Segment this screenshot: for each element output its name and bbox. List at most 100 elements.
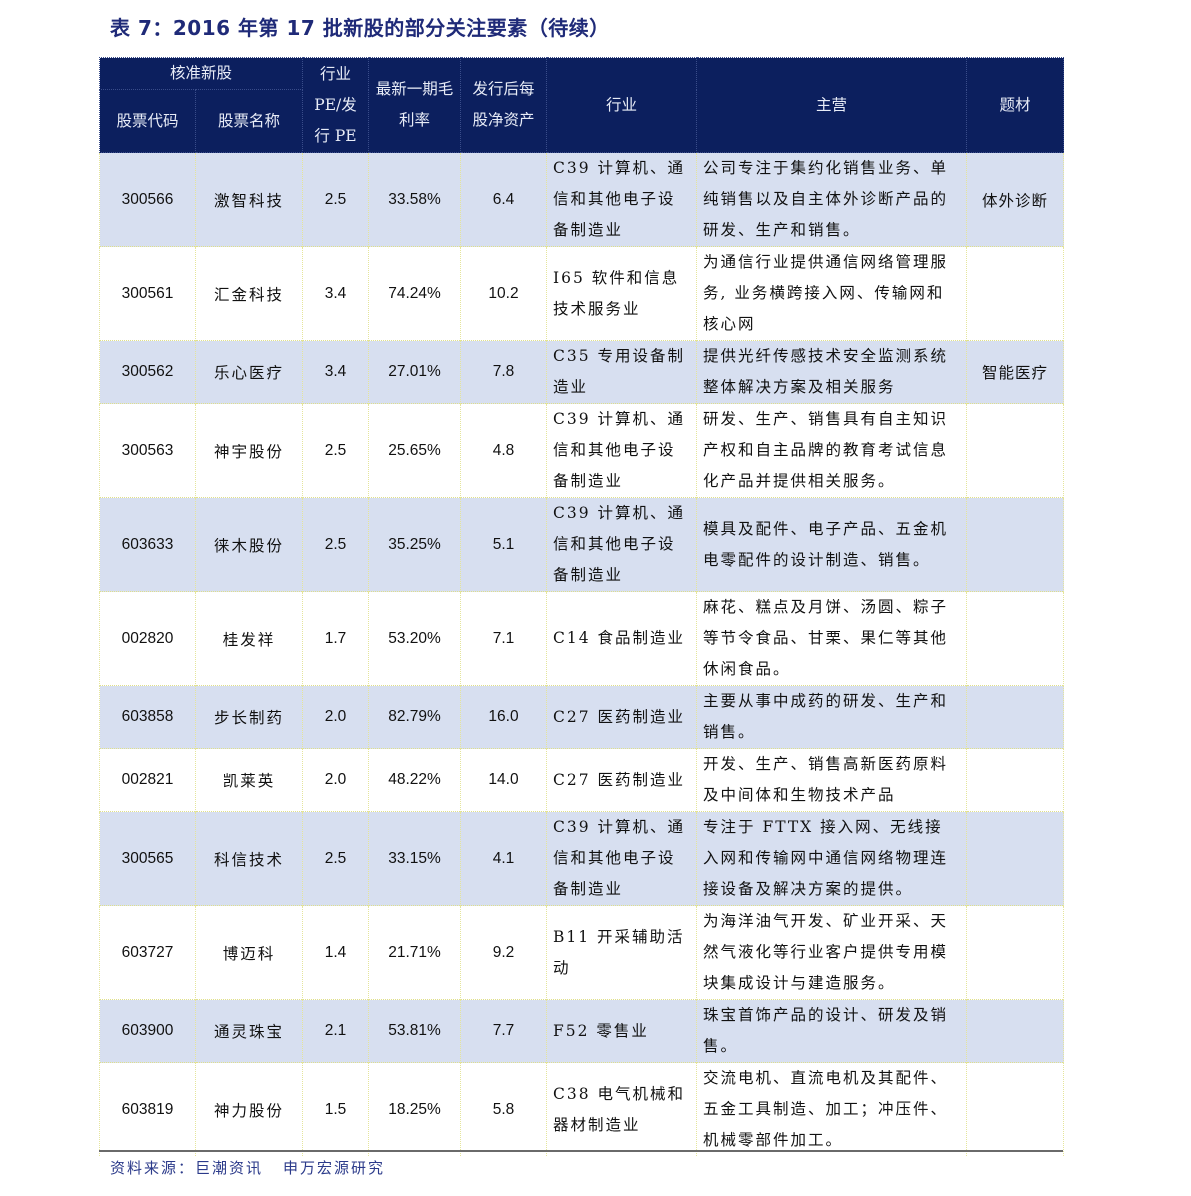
pe-cell: 2.5 (302, 403, 370, 498)
header-industry: 行业 (546, 57, 698, 153)
industry-cell: C35 专用设备制造业 (546, 340, 698, 404)
business-cell: 珠宝首饰产品的设计、研发及销售。 (696, 999, 968, 1063)
gross-margin-cell: 27.01% (368, 340, 462, 404)
theme-cell (966, 246, 1065, 341)
gross-margin-cell: 82.79% (368, 685, 462, 749)
source-note: 资料来源：巨潮资讯 申万宏源研究 (110, 1157, 385, 1178)
nav-per-share-cell: 5.8 (460, 1062, 548, 1156)
nav-per-share-cell: 7.7 (460, 999, 548, 1063)
gross-margin-cell: 53.81% (368, 999, 462, 1063)
stock-name-cell: 神力股份 (194, 1062, 304, 1156)
pe-cell: 1.5 (302, 1062, 370, 1156)
industry-cell: C27 医药制造业 (546, 685, 698, 749)
header-nav-per-share: 发行后每股净资产 (460, 57, 548, 153)
header-stock-name: 股票名称 (194, 89, 304, 153)
stock-code-cell: 300561 (99, 246, 196, 341)
header-theme: 题材 (966, 57, 1065, 153)
stock-code-cell: 603858 (99, 685, 196, 749)
industry-cell: C39 计算机、通信和其他电子设备制造业 (546, 497, 698, 592)
stock-code-cell: 300565 (99, 811, 196, 906)
industry-cell: F52 零售业 (546, 999, 698, 1063)
industry-cell: C38 电气机械和器材制造业 (546, 1062, 698, 1156)
table-row: 300565 科信技术 2.5 33.15% 4.1 C39 计算机、通信和其他电子设备制… (99, 811, 1065, 906)
header-stock-code: 股票代码 (99, 89, 196, 153)
pe-cell: 3.4 (302, 340, 370, 404)
business-cell: 提供光纤传感技术安全监测系统整体解决方案及相关服务 (696, 340, 968, 404)
pe-cell: 2.5 (302, 811, 370, 906)
stock-code-cell: 300566 (99, 152, 196, 247)
business-cell: 开发、生产、销售高新医药原料及中间体和生物技术产品 (696, 748, 968, 812)
header-business: 主营 (696, 57, 968, 153)
gross-margin-cell: 21.71% (368, 905, 462, 1000)
pe-cell: 3.4 (302, 246, 370, 341)
stock-code-cell: 300563 (99, 403, 196, 498)
stock-code-cell: 300562 (99, 340, 196, 404)
business-cell: 专注于 FTTX 接入网、无线接入网和传输网中通信网络物理连接设备及解决方案的提… (696, 811, 968, 906)
nav-per-share-cell: 7.8 (460, 340, 548, 404)
theme-cell: 智能医疗 (966, 340, 1065, 404)
nav-per-share-cell: 7.1 (460, 591, 548, 686)
gross-margin-cell: 25.65% (368, 403, 462, 498)
stock-name-cell: 步长制药 (194, 685, 304, 749)
theme-cell (966, 403, 1065, 498)
theme-cell (966, 905, 1065, 1000)
header-approved-new-stocks: 核准新股 (98, 57, 304, 90)
industry-cell: I65 软件和信息技术服务业 (546, 246, 698, 341)
nav-per-share-cell: 4.8 (460, 403, 548, 498)
business-cell: 为通信行业提供通信网络管理服务, 业务横跨接入网、传输网和核心网 (696, 246, 968, 341)
theme-cell (966, 497, 1065, 592)
gross-margin-cell: 53.20% (368, 591, 462, 686)
stock-code-cell: 603819 (99, 1062, 196, 1156)
gross-margin-cell: 48.22% (368, 748, 462, 812)
stock-name-cell: 通灵珠宝 (194, 999, 304, 1063)
pe-cell: 1.7 (302, 591, 370, 686)
stock-code-cell: 603900 (99, 999, 196, 1063)
nav-per-share-cell: 16.0 (460, 685, 548, 749)
pe-cell: 1.4 (302, 905, 370, 1000)
business-cell: 模具及配件、电子产品、五金机电零配件的设计制造、销售。 (696, 497, 968, 592)
nav-per-share-cell: 14.0 (460, 748, 548, 812)
gross-margin-cell: 33.58% (368, 152, 462, 247)
stock-name-cell: 科信技术 (194, 811, 304, 906)
industry-cell: C39 计算机、通信和其他电子设备制造业 (546, 811, 698, 906)
table-bottom-rule (99, 1150, 1063, 1152)
table-row: 300561 汇金科技 3.4 74.24% 10.2 I65 软件和信息技术服务业 为通信… (99, 246, 1065, 341)
table-row: 002820 桂发祥 1.7 53.20% 7.1 C14 食品制造业 麻花、糕点及月饼、汤… (99, 591, 1065, 686)
stock-name-cell: 神宇股份 (194, 403, 304, 498)
pe-cell: 2.0 (302, 748, 370, 812)
theme-cell (966, 999, 1065, 1063)
stock-code-cell: 002821 (99, 748, 196, 812)
stock-code-cell: 002820 (99, 591, 196, 686)
business-cell: 交流电机、直流电机及其配件、五金工具制造、加工；冲压件、机械零部件加工。 (696, 1062, 968, 1156)
business-cell: 研发、生产、销售具有自主知识产权和自主品牌的教育考试信息化产品并提供相关服务。 (696, 403, 968, 498)
stock-code-cell: 603633 (99, 497, 196, 592)
stock-code-cell: 603727 (99, 905, 196, 1000)
stock-name-cell: 乐心医疗 (194, 340, 304, 404)
theme-cell (966, 811, 1065, 906)
nav-per-share-cell: 9.2 (460, 905, 548, 1000)
stock-name-cell: 桂发祥 (194, 591, 304, 686)
industry-cell: C27 医药制造业 (546, 748, 698, 812)
header-pe: 行业 PE/发行 PE (302, 57, 370, 153)
business-cell: 公司专注于集约化销售业务、单纯销售以及自主体外诊断产品的研发、生产和销售。 (696, 152, 968, 247)
table-title: 表 7：2016 年第 17 批新股的部分关注要素（待续） (110, 16, 610, 40)
table-row: 300562 乐心医疗 3.4 27.01% 7.8 C35 专用设备制造业 提供光纤传感技… (99, 340, 1065, 404)
pe-cell: 2.5 (302, 152, 370, 247)
stock-name-cell: 激智科技 (194, 152, 304, 247)
nav-per-share-cell: 10.2 (460, 246, 548, 341)
table-row: 603858 步长制药 2.0 82.79% 16.0 C27 医药制造业 主要从事中成药的… (99, 685, 1065, 749)
business-cell: 主要从事中成药的研发、生产和销售。 (696, 685, 968, 749)
table-row: 300563 神宇股份 2.5 25.65% 4.8 C39 计算机、通信和其他电子设备制… (99, 403, 1065, 498)
industry-cell: B11 开采辅助活动 (546, 905, 698, 1000)
new-stocks-table: 核准新股 行业 PE/发行 PE 最新一期毛利率 发行后每股净资产 行业 主营 … (98, 57, 1065, 1156)
industry-cell: C14 食品制造业 (546, 591, 698, 686)
table-row: 603727 博迈科 1.4 21.71% 9.2 B11 开采辅助活动 为海洋油气开发、矿… (99, 905, 1065, 1000)
theme-cell (966, 685, 1065, 749)
pe-cell: 2.1 (302, 999, 370, 1063)
business-cell: 麻花、糕点及月饼、汤圆、粽子等节令食品、甘栗、果仁等其他休闲食品。 (696, 591, 968, 686)
table-row: 300566 激智科技 2.5 33.58% 6.4 C39 计算机、通信和其他电子设备制… (99, 152, 1065, 247)
stock-name-cell: 博迈科 (194, 905, 304, 1000)
table-row: 603819 神力股份 1.5 18.25% 5.8 C38 电气机械和器材制造业 交流电机… (99, 1062, 1065, 1156)
source-label: 资料来源：巨潮资讯 (110, 1159, 264, 1177)
pe-cell: 2.0 (302, 685, 370, 749)
